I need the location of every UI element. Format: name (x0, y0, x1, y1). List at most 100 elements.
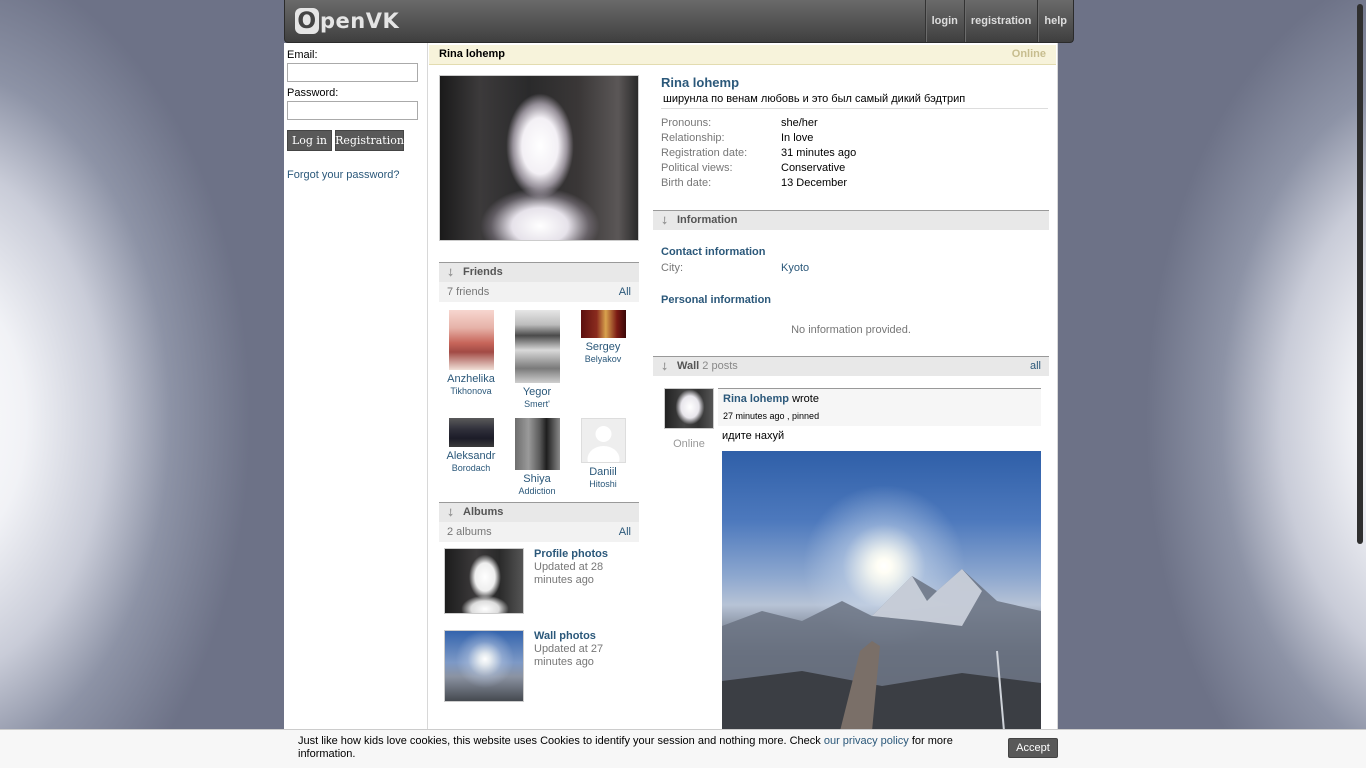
friend-last-name[interactable]: Borodach (441, 462, 501, 474)
forgot-password-link[interactable]: Forgot your password? (287, 169, 400, 181)
default-avatar-icon[interactable] (580, 418, 626, 463)
wall-count: 2 posts (702, 360, 738, 372)
cookie-text: Just like how kids love cookies, this we… (298, 735, 978, 761)
arrow-icon: ➘ (442, 505, 458, 521)
friend-last-name[interactable]: Belyakov (573, 353, 633, 365)
titlebar-name: Rina lohemp (439, 48, 506, 60)
albums-count: 2 albums (447, 526, 492, 538)
login-button[interactable]: Log in (287, 130, 332, 151)
field-key: Relationship: (661, 132, 725, 144)
friend-card[interactable]: Shiya Addiction (507, 418, 567, 497)
information-title: Information (677, 214, 738, 226)
albums-subrow: 2 albums All (439, 522, 639, 542)
privacy-policy-link[interactable]: our privacy policy (824, 735, 909, 747)
profile-avatar[interactable] (439, 75, 639, 241)
contact-info-title: Contact information (661, 246, 766, 258)
post-header: Rina lohemp wrote 27 minutes ago , pinne… (718, 388, 1041, 426)
field-value: Conservative (781, 162, 846, 174)
password-label: Password: (287, 87, 339, 99)
album-updated: Updated at 27 minutes ago (534, 643, 604, 668)
top-nav: login registration help (924, 0, 1073, 42)
friend-avatar[interactable] (514, 418, 560, 470)
email-label: Email: (287, 49, 318, 61)
post-image[interactable] (722, 451, 1041, 731)
email-field[interactable] (287, 63, 418, 82)
personal-info-title: Personal information (661, 294, 772, 306)
field-key: Registration date: (661, 147, 748, 159)
post-wrote: wrote (792, 393, 819, 405)
field-value: she/her (781, 117, 818, 129)
field-key: Birth date: (661, 177, 712, 189)
friend-card[interactable]: Daniil Hitoshi (573, 418, 633, 490)
logo-letter: O (295, 8, 319, 34)
friend-card[interactable]: Sergey Belyakov (573, 310, 633, 365)
friends-subrow: 7 friends All (439, 282, 639, 302)
friend-card[interactable]: Aleksandr Borodach (441, 418, 501, 474)
albums-header: ➘ Albums (439, 502, 639, 522)
friend-first-name[interactable]: Daniil (573, 466, 633, 478)
friend-last-name[interactable]: Smert' (507, 398, 567, 410)
post-author-avatar[interactable] (664, 388, 714, 429)
field-key: Political views: (661, 162, 733, 174)
post-author-link[interactable]: Rina lohemp (723, 393, 789, 405)
friend-avatar[interactable] (448, 310, 494, 370)
registration-button[interactable]: Registration (335, 130, 404, 151)
background-left (0, 0, 284, 768)
album-thumbnail[interactable] (444, 630, 524, 702)
profile-content: Rina lohemp Online ➘ Friends 7 friends A… (429, 43, 1058, 768)
accept-cookies-button[interactable]: Accept (1008, 738, 1058, 758)
albums-all-link[interactable]: All (619, 526, 631, 538)
field-value: 13 December (781, 177, 848, 189)
album-title[interactable]: Wall photos (534, 630, 614, 642)
post-text: идите нахуй (722, 430, 785, 442)
album-title[interactable]: Profile photos (534, 548, 614, 560)
friend-last-name[interactable]: Hitoshi (573, 478, 633, 490)
profile-name: Rina lohemp (661, 75, 740, 90)
profile-status: ширунла по венам любовь и это был самый … (661, 93, 1048, 109)
friend-card[interactable]: Yegor Smert' (507, 310, 567, 410)
cookie-text-before: Just like how kids love cookies, this we… (298, 735, 824, 747)
post-meta[interactable]: 27 minutes ago , pinned (723, 411, 819, 421)
album-updated: Updated at 28 minutes ago (534, 561, 604, 586)
information-header: ➘ Information (653, 210, 1049, 230)
friend-card[interactable]: Anzhelika Tikhonova (441, 310, 501, 397)
no-info-text: No information provided. (791, 324, 911, 336)
friend-avatar[interactable] (580, 310, 626, 338)
post-author-line: Rina lohemp wrote (723, 393, 819, 405)
friend-last-name[interactable]: Tikhonova (441, 385, 501, 397)
cookie-banner: Just like how kids love cookies, this we… (0, 729, 1366, 768)
logo-text: penVK (320, 9, 400, 33)
nav-registration[interactable]: registration (963, 0, 1038, 42)
friend-first-name[interactable]: Aleksandr (441, 450, 501, 462)
field-key: City: (661, 262, 683, 274)
friend-first-name[interactable]: Anzhelika (441, 373, 501, 385)
friend-first-name[interactable]: Yegor (507, 386, 567, 398)
wall-all-link[interactable]: all (1030, 360, 1041, 372)
online-status: Online (1011, 48, 1046, 60)
arrow-icon: ➘ (442, 265, 458, 281)
album-thumbnail[interactable] (444, 548, 524, 614)
arrow-icon: ➘ (656, 213, 672, 229)
field-key: Pronouns: (661, 117, 712, 129)
friend-first-name[interactable]: Shiya (507, 473, 567, 485)
friend-first-name[interactable]: Sergey (573, 341, 633, 353)
nav-login[interactable]: login (924, 0, 964, 42)
friend-last-name[interactable]: Addiction (507, 485, 567, 497)
page-scrollbar[interactable] (1357, 4, 1363, 544)
city-link[interactable]: Kyoto (781, 262, 809, 274)
wall-title-text: Wall (677, 360, 700, 372)
page: Email: Password: Log in Registration For… (284, 43, 1058, 768)
password-field[interactable] (287, 101, 418, 120)
friends-all-link[interactable]: All (619, 286, 631, 298)
friend-avatar[interactable] (448, 418, 494, 447)
field-value: 31 minutes ago (781, 147, 857, 159)
friend-avatar[interactable] (514, 310, 560, 383)
wall-title: Wall 2 posts (677, 360, 738, 372)
friends-count: 7 friends (447, 286, 490, 298)
field-value: In love (781, 132, 814, 144)
openvk-logo[interactable]: O penVK (295, 7, 399, 35)
profile-titlebar: Rina lohemp Online (429, 45, 1056, 65)
post-online-status: Online (673, 438, 705, 450)
arrow-icon: ➘ (656, 359, 672, 375)
nav-help[interactable]: help (1037, 0, 1073, 42)
